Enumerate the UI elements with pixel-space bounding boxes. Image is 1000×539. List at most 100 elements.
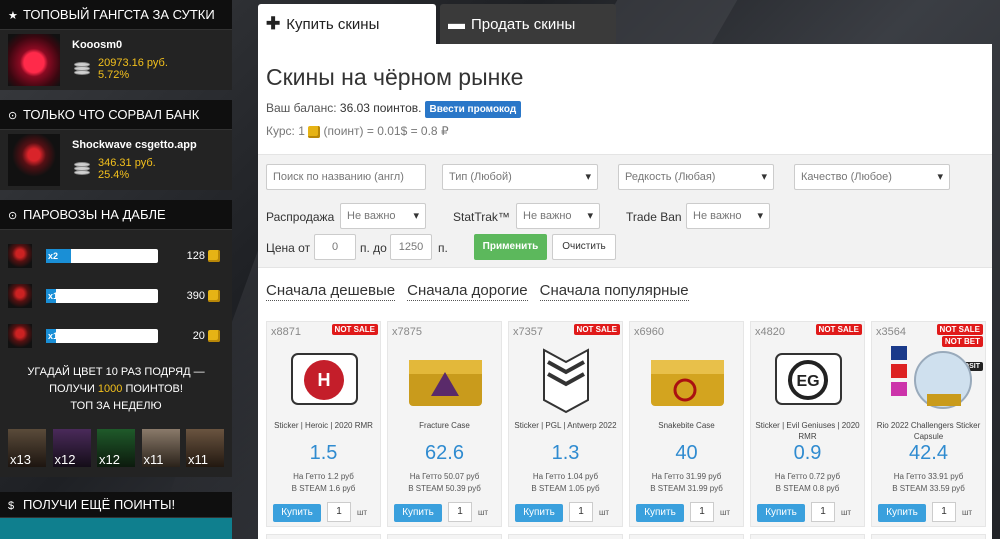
promo-text: ПОЛУЧИ bbox=[49, 383, 98, 395]
win-percent: 5.72% bbox=[98, 69, 130, 81]
buy-button[interactable]: Купить bbox=[878, 504, 926, 522]
train-progress-bar: x1 bbox=[46, 289, 158, 303]
point-icon bbox=[208, 290, 220, 303]
quality-select[interactable]: Качество (Любое) bbox=[794, 164, 950, 190]
buy-button[interactable]: Купить bbox=[394, 504, 442, 522]
rarity-select[interactable]: Редкость (Любая) bbox=[618, 164, 774, 190]
point-icon bbox=[208, 250, 220, 263]
quantity-input[interactable]: 1 bbox=[327, 502, 351, 522]
avatar[interactable] bbox=[8, 324, 32, 348]
train-row[interactable]: x1 390 bbox=[8, 276, 224, 316]
panel-title: ПАРОВОЗЫ НА ДАБЛЕ bbox=[23, 207, 166, 222]
item-card[interactable]: x8871 NOT SALE H Sticker | Heroic | 2020 R… bbox=[266, 321, 381, 527]
more-points-banner[interactable] bbox=[0, 518, 232, 539]
item-image[interactable]: EG bbox=[766, 340, 851, 418]
username[interactable]: Kooosm0 bbox=[72, 39, 168, 51]
item-count: x4820 bbox=[755, 326, 785, 338]
avatar[interactable] bbox=[8, 284, 32, 308]
getto-price: На Гетто 1.2 руб bbox=[293, 472, 354, 481]
quantity-input[interactable]: 1 bbox=[690, 502, 714, 522]
point-icon bbox=[208, 330, 220, 343]
balance-label: Ваш баланс: bbox=[266, 101, 340, 115]
train-multiplier: x1 bbox=[46, 329, 59, 343]
username[interactable]: Shockwave csgetto.app bbox=[72, 139, 197, 151]
tab-buy[interactable]: ✚ Купить скины bbox=[258, 4, 436, 44]
train-row[interactable]: x2 128 bbox=[8, 236, 224, 276]
more-points-header[interactable]: $ ПОЛУЧИ ЕЩЁ ПОИНТЫ! bbox=[0, 492, 232, 518]
exchange-rate: Курс: 1 (поинт) = 0.01$ = 0.8 ₽ bbox=[266, 124, 992, 138]
item-card[interactable] bbox=[629, 534, 744, 539]
clear-button[interactable]: Очистить bbox=[552, 234, 616, 260]
stattrak-select[interactable]: Не важно bbox=[516, 203, 600, 229]
top-week-user[interactable]: x11 bbox=[141, 429, 180, 467]
top-week-user[interactable]: x11 bbox=[186, 429, 224, 467]
bank-user[interactable]: Shockwave csgetto.app 346.31 руб. 25.4% bbox=[0, 130, 232, 190]
avatar[interactable] bbox=[8, 244, 32, 268]
tabs: ✚ Купить скины ▬ Продать скины bbox=[258, 4, 620, 44]
item-image[interactable] bbox=[645, 340, 730, 418]
buy-button[interactable]: Купить bbox=[757, 504, 805, 522]
getto-price: На Гетто 1.04 руб bbox=[532, 472, 599, 481]
item-image[interactable]: H bbox=[282, 340, 367, 418]
avatar[interactable] bbox=[8, 34, 60, 86]
item-card[interactable]: x6960 Snakebite Case 40 На Гетто 31.99 р… bbox=[629, 321, 744, 527]
quantity-input[interactable]: 1 bbox=[811, 502, 835, 522]
price-to-input[interactable]: 1250 bbox=[390, 234, 432, 260]
search-input[interactable]: Поиск по названию (англ) bbox=[266, 164, 426, 190]
panel-title: ПОЛУЧИ ЕЩЁ ПОИНТЫ! bbox=[23, 497, 176, 512]
steam-price: В STEAM 1.05 руб bbox=[531, 484, 600, 493]
sort-expensive[interactable]: Сначала дорогие bbox=[407, 282, 528, 301]
buy-button[interactable]: Купить bbox=[636, 504, 684, 522]
sale-select[interactable]: Не важно bbox=[340, 203, 426, 229]
item-card[interactable] bbox=[508, 534, 623, 539]
train-row[interactable]: x1 20 bbox=[8, 316, 224, 356]
promo-text: ПОИНТОВ! bbox=[122, 383, 183, 395]
top-week-list: x13 x12 x12 x11 x11 bbox=[8, 429, 224, 471]
item-image[interactable] bbox=[524, 340, 609, 418]
streak-count: x13 bbox=[10, 452, 31, 467]
item-card[interactable] bbox=[750, 534, 865, 539]
item-card[interactable]: x7875 Fracture Case 62.6 На Гетто 50.07 … bbox=[387, 321, 502, 527]
buy-button[interactable]: Купить bbox=[515, 504, 563, 522]
type-select[interactable]: Тип (Любой) bbox=[442, 164, 598, 190]
balance: Ваш баланс: 36.03 поинтов. Ввести промоко… bbox=[266, 101, 992, 118]
item-image[interactable] bbox=[887, 340, 972, 418]
tradeban-select[interactable]: Не важно bbox=[686, 203, 770, 229]
item-image[interactable] bbox=[403, 340, 488, 418]
quantity-input[interactable]: 1 bbox=[932, 502, 956, 522]
trains-panel: ⊙ ПАРОВОЗЫ НА ДАБЛЕ x2 128 x1 390 x1 20 У… bbox=[0, 200, 232, 477]
train-count-value: 128 bbox=[186, 249, 205, 262]
train-count-value: 20 bbox=[192, 329, 205, 342]
star-icon: ★ bbox=[8, 10, 18, 22]
more-points-panel: $ ПОЛУЧИ ЕЩЁ ПОИНТЫ! bbox=[0, 492, 232, 539]
item-price: 42.4 bbox=[909, 442, 948, 464]
item-card[interactable] bbox=[387, 534, 502, 539]
item-card[interactable]: x7357 NOT SALE Sticker | PGL | Antwerp 20… bbox=[508, 321, 623, 527]
quantity-input[interactable]: 1 bbox=[569, 502, 593, 522]
promo-code-button[interactable]: Ввести промокод bbox=[424, 101, 522, 118]
steam-price: В STEAM 0.8 руб bbox=[775, 484, 840, 493]
item-card[interactable] bbox=[266, 534, 381, 539]
sort-cheap[interactable]: Сначала дешевые bbox=[266, 282, 396, 301]
item-card[interactable] bbox=[871, 534, 986, 539]
quantity-unit: шт bbox=[962, 508, 973, 517]
price-from-input[interactable]: 0 bbox=[314, 234, 356, 260]
train-count-value: 390 bbox=[186, 289, 205, 302]
item-card[interactable]: x4820 NOT SALE EG Sticker | Evil Geniuses … bbox=[750, 321, 865, 527]
tab-sell[interactable]: ▬ Продать скины bbox=[440, 4, 616, 44]
top-week-user[interactable]: x12 bbox=[52, 429, 91, 467]
steam-price: В STEAM 31.99 руб bbox=[650, 484, 723, 493]
buy-button[interactable]: Купить bbox=[273, 504, 321, 522]
avatar[interactable] bbox=[8, 134, 60, 186]
top-week-user[interactable]: x12 bbox=[97, 429, 135, 467]
apply-button[interactable]: Применить bbox=[474, 234, 547, 260]
point-icon bbox=[308, 125, 321, 138]
sort-popular[interactable]: Сначала популярные bbox=[539, 282, 689, 301]
quantity-input[interactable]: 1 bbox=[448, 502, 472, 522]
tab-label: Купить скины bbox=[286, 16, 380, 33]
not-sale-badge: NOT SALE bbox=[815, 324, 862, 335]
trains-header: ⊙ ПАРОВОЗЫ НА ДАБЛЕ bbox=[0, 200, 232, 230]
top-week-user[interactable]: x13 bbox=[8, 429, 46, 467]
item-card[interactable]: x3564NOT SALENOT BETNOT DEPOSIT Rio 2022… bbox=[871, 321, 986, 527]
top-gangsta-user[interactable]: Kooosm0 20973.16 руб. 5.72% bbox=[0, 30, 232, 90]
